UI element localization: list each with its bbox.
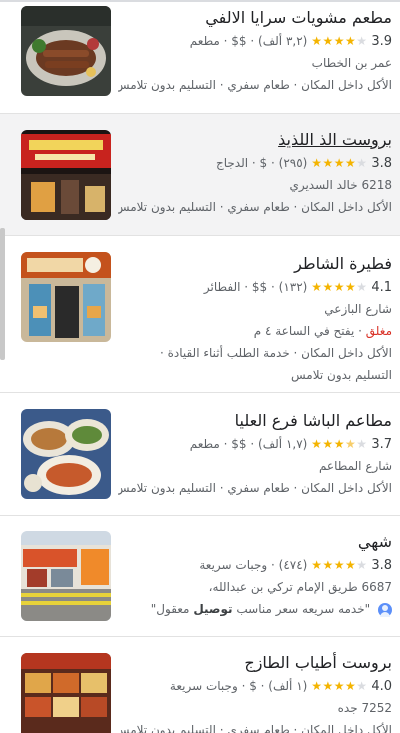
rating-row: 3.8 ★★★★★ (٤٧٤) · وجبات سريعة	[118, 554, 392, 576]
rating-value: 4.0	[371, 679, 392, 694]
opens-at: · يفتح في الساعة ٤ م	[253, 324, 362, 338]
result-card[interactable]: فطيرة الشاطر 4.1 ★★★★★ (١٣٢) · $$ · الفط…	[0, 236, 400, 393]
place-name[interactable]: بروست أطياب الطازج	[118, 651, 392, 675]
review-end: معقول"	[150, 602, 190, 616]
category: وجبات سريعة	[199, 558, 268, 572]
category: مطعم	[189, 437, 220, 451]
address: 7252 جده	[337, 701, 392, 715]
review-count[interactable]: (١٣٢)	[279, 280, 308, 294]
star-rating-icon: ★★★★★	[311, 34, 368, 48]
closed-label: مغلق	[365, 324, 392, 338]
place-name[interactable]: شهي	[118, 530, 392, 554]
category: الدجاج	[215, 156, 249, 170]
service-options-continued: التسليم بدون تلامس	[291, 368, 392, 382]
price-level: $$	[231, 437, 247, 451]
category: الفطائر	[203, 280, 241, 294]
place-name[interactable]: فطيرة الشاطر	[118, 252, 392, 276]
results-list[interactable]: مطعم مشويات سرايا الالفي 3.9 ★★★★★ (٣,٢ …	[0, 0, 400, 733]
category: مطعم	[189, 34, 220, 48]
review-count[interactable]: (٣,٢ ألف)	[258, 34, 307, 48]
open-status: مغلق · يفتح في الساعة ٤ م	[118, 320, 392, 342]
rating-row: 3.9 ★★★★★ (٣,٢ ألف) · $$ · مطعم	[118, 30, 392, 52]
price-level: $$	[251, 280, 268, 294]
review-count[interactable]: (١ ألف)	[268, 679, 307, 693]
place-photo[interactable]	[21, 531, 111, 621]
star-rating-icon: ★★★★★	[311, 280, 368, 294]
result-card[interactable]: بروست أطياب الطازج 4.0 ★★★★★ (١ ألف) · $…	[0, 637, 400, 733]
rating-value: 3.8	[371, 558, 392, 573]
review-count[interactable]: (٢٩٥)	[279, 156, 308, 170]
rating-row: 4.1 ★★★★★ (١٣٢) · $$ · الفطائر	[118, 276, 392, 298]
top-divider	[0, 0, 400, 2]
place-photo[interactable]	[21, 130, 111, 220]
result-card-highlighted[interactable]: بروست الذ اللذيذ 3.8 ★★★★★ (٢٩٥) · $ · ا…	[0, 114, 400, 236]
category: وجبات سريعة	[169, 679, 238, 693]
review-count[interactable]: (٤٧٤)	[279, 558, 308, 572]
place-name[interactable]: مطعم مشويات سرايا الالفي	[118, 6, 392, 30]
star-rating-icon: ★★★★★	[311, 558, 368, 572]
scrollbar[interactable]	[0, 228, 5, 360]
price-level: $	[249, 679, 257, 693]
reviewer-avatar-icon	[378, 602, 392, 617]
place-name[interactable]: مطاعم الباشا فرع العليا	[118, 409, 392, 433]
star-rating-icon: ★★★★★	[311, 437, 368, 451]
place-name[interactable]: بروست الذ اللذيذ	[118, 128, 392, 152]
review-keyword: توصيل	[193, 602, 233, 616]
rating-value: 3.9	[371, 34, 392, 49]
address: 6218 خالد السديري	[289, 178, 392, 192]
address: شارع البازعي	[324, 302, 392, 316]
rating-row: 3.8 ★★★★★ (٢٩٥) · $ · الدجاج	[118, 152, 392, 174]
address: شارع المطاعم	[318, 459, 392, 473]
star-rating-icon: ★★★★★	[311, 679, 368, 693]
price-level: $$	[231, 34, 247, 48]
review-count[interactable]: (١,٧ ألف)	[258, 437, 307, 451]
review-snippet: "خدمه سريعه سعر مناسب توصيل معقول"	[118, 598, 392, 620]
result-card[interactable]: مطاعم الباشا فرع العليا 3.7 ★★★★★ (١,٧ أ…	[0, 393, 400, 516]
place-photo[interactable]	[21, 6, 111, 96]
star-rating-icon: ★★★★★	[311, 156, 368, 170]
place-photo[interactable]	[21, 653, 111, 733]
service-options: الأكل داخل المكان · خدمة الطلب أثناء الق…	[159, 346, 392, 360]
address: عمر بن الخطاب	[311, 56, 392, 70]
result-card[interactable]: شهي 3.8 ★★★★★ (٤٧٤) · وجبات سريعة 6687 ط…	[0, 516, 400, 637]
result-card[interactable]: مطعم مشويات سرايا الالفي 3.9 ★★★★★ (٣,٢ …	[0, 0, 400, 114]
service-options: الأكل داخل المكان · طعام سفري · التسليم …	[118, 481, 392, 495]
rating-value: 3.7	[371, 437, 392, 452]
place-photo[interactable]	[21, 409, 111, 499]
service-options: الأكل داخل المكان · طعام سفري · التسليم …	[118, 78, 392, 92]
address: 6687 طريق الإمام تركي بن عبدالله،	[208, 580, 392, 594]
service-options: الأكل داخل المكان · طعام سفري · التسليم …	[118, 723, 392, 733]
rating-row: 4.0 ★★★★★ (١ ألف) · $ · وجبات سريعة	[118, 675, 392, 697]
rating-value: 4.1	[371, 280, 392, 295]
rating-value: 3.8	[371, 156, 392, 171]
rating-row: 3.7 ★★★★★ (١,٧ ألف) · $$ · مطعم	[118, 433, 392, 455]
price-level: $	[259, 156, 268, 170]
review-quote: "خدمه سريعه سعر مناسب	[236, 602, 371, 616]
service-options: الأكل داخل المكان · طعام سفري · التسليم …	[118, 200, 392, 214]
place-photo[interactable]	[21, 252, 111, 342]
